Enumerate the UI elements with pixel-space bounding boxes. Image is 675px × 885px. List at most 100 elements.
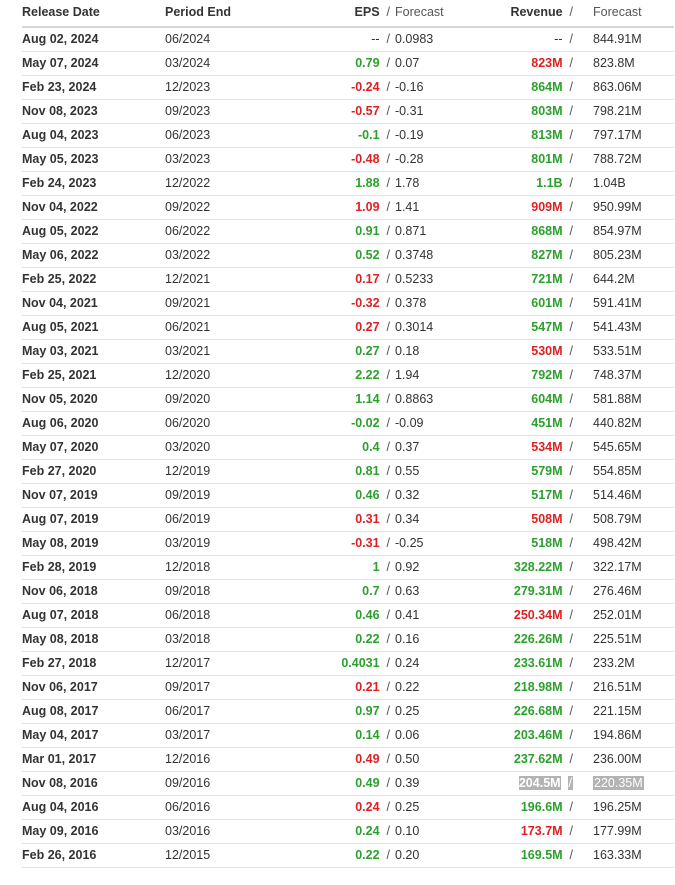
- eps-forecast-cell: 0.18: [395, 340, 419, 363]
- eps-forecast: -0.09: [395, 416, 424, 430]
- eps-forecast-cell: 0.3014: [395, 316, 433, 339]
- revenue-actual-cell: 218.98M /: [514, 676, 573, 699]
- revenue-separator: /: [569, 272, 573, 286]
- revenue-separator: /: [569, 296, 573, 310]
- release-date-cell: Nov 08, 2023: [22, 100, 98, 123]
- eps-separator: /: [386, 344, 390, 358]
- header-eps[interactable]: EPS /: [355, 0, 390, 24]
- table-body: Aug 02, 2024 06/2024 -- / 0.0983 -- / 844.91M…: [22, 28, 674, 868]
- revenue-actual: 173.7M: [520, 824, 563, 838]
- revenue-forecast: 322.17M: [593, 560, 642, 574]
- revenue-forecast-cell: 163.33M: [593, 844, 642, 867]
- period-end-cell: 12/2022: [165, 172, 210, 195]
- release-date-cell: Aug 05, 2021: [22, 316, 98, 339]
- period-end: 03/2019: [165, 536, 211, 550]
- period-end-cell: 09/2021: [165, 292, 210, 315]
- revenue-actual-cell: 237.62M /: [514, 748, 573, 771]
- revenue-forecast: 541.43M: [593, 320, 642, 334]
- revenue-forecast-cell: 823.8M: [593, 52, 635, 75]
- revenue-forecast-cell: 533.51M: [593, 340, 642, 363]
- revenue-forecast-cell: 252.01M: [593, 604, 642, 627]
- release-date: Feb 27, 2018: [22, 656, 97, 670]
- revenue-forecast: 252.01M: [593, 608, 642, 622]
- period-end: 03/2016: [165, 824, 211, 838]
- eps-forecast: 0.37: [395, 440, 420, 454]
- period-end: 06/2024: [165, 32, 211, 46]
- eps-forecast: -0.28: [395, 152, 424, 166]
- period-end: 09/2018: [165, 584, 211, 598]
- period-end-cell: 03/2019: [165, 532, 210, 555]
- header-revenue[interactable]: Revenue /: [510, 0, 573, 24]
- revenue-actual: 328.22M: [513, 560, 563, 574]
- revenue-forecast: 225.51M: [593, 632, 642, 646]
- header-period-end[interactable]: Period End: [165, 0, 231, 24]
- release-date-cell: Feb 26, 2016: [22, 844, 96, 867]
- period-end-cell: 03/2016: [165, 820, 210, 843]
- revenue-actual-cell: 792M /: [531, 364, 573, 387]
- eps-actual: 0.4: [362, 440, 380, 454]
- period-end-cell: 06/2018: [165, 604, 210, 627]
- revenue-separator: /: [569, 848, 573, 862]
- revenue-actual-cell: 173.7M /: [521, 820, 573, 843]
- eps-separator: /: [386, 464, 390, 478]
- revenue-actual-cell: 823M /: [531, 52, 573, 75]
- period-end-cell: 06/2017: [165, 700, 210, 723]
- revenue-actual-cell: 604M /: [531, 388, 573, 411]
- release-date-cell: Feb 23, 2024: [22, 76, 96, 99]
- revenue-actual: 813M: [531, 128, 563, 142]
- header-eps-forecast[interactable]: Forecast: [395, 0, 444, 24]
- eps-actual-cell: 0.46 /: [355, 604, 390, 627]
- table-row: Aug 05, 2022 06/2022 0.91 / 0.871 868M / 854.…: [22, 220, 674, 244]
- release-date: May 08, 2019: [22, 536, 99, 550]
- eps-separator: /: [386, 704, 390, 718]
- eps-actual: 0.46: [355, 488, 380, 502]
- revenue-forecast-cell: 276.46M: [593, 580, 642, 603]
- revenue-actual-cell: 1.1B /: [536, 172, 573, 195]
- eps-separator: /: [386, 824, 390, 838]
- revenue-actual-cell: 517M /: [531, 484, 573, 507]
- period-end-cell: 03/2021: [165, 340, 210, 363]
- release-date: Aug 07, 2018: [22, 608, 99, 622]
- release-date-cell: May 08, 2018: [22, 628, 98, 651]
- revenue-actual-cell: 203.46M /: [514, 724, 573, 747]
- eps-forecast: 0.18: [395, 344, 420, 358]
- revenue-actual-cell: 233.61M /: [514, 652, 573, 675]
- revenue-forecast-cell: 644.2M: [593, 268, 635, 291]
- eps-forecast-cell: 1.41: [395, 196, 419, 219]
- revenue-forecast: 581.88M: [593, 392, 642, 406]
- period-end-cell: 06/2016: [165, 796, 210, 819]
- eps-forecast-cell: 0.16: [395, 628, 419, 651]
- eps-forecast: 0.20: [395, 848, 420, 862]
- table-row: Aug 04, 2016 06/2016 0.24 /0.25 196.6M /196…: [22, 796, 674, 820]
- revenue-actual: --: [554, 32, 563, 46]
- revenue-forecast-cell: 177.99M: [593, 820, 642, 843]
- revenue-forecast: 163.33M: [593, 848, 642, 862]
- eps-actual: -0.57: [351, 104, 380, 118]
- period-end: 03/2023: [165, 152, 211, 166]
- eps-actual: 1: [372, 560, 380, 574]
- eps-forecast: 0.07: [395, 56, 420, 70]
- eps-actual-cell: 0.46 /: [355, 484, 390, 507]
- eps-forecast: 0.39: [395, 776, 420, 790]
- release-date: May 08, 2018: [22, 632, 99, 646]
- eps-actual: -0.02: [351, 416, 380, 430]
- header-release-date[interactable]: Release Date: [22, 0, 100, 24]
- revenue-separator: /: [569, 56, 573, 70]
- eps-forecast: 0.32: [395, 488, 420, 502]
- period-end-cell: 03/2023: [165, 148, 210, 171]
- eps-forecast-cell: -0.16: [395, 76, 424, 99]
- header-revenue-forecast[interactable]: Forecast: [593, 0, 642, 24]
- revenue-forecast-cell: 545.65M: [593, 436, 642, 459]
- eps-separator: /: [386, 536, 390, 550]
- revenue-forecast-cell: 514.46M: [593, 484, 642, 507]
- revenue-separator: /: [569, 752, 573, 766]
- eps-actual: 1.88: [355, 176, 380, 190]
- eps-forecast-cell: 0.34: [395, 508, 419, 531]
- release-date-cell: Feb 28, 2019: [22, 556, 96, 579]
- eps-actual-cell: 0.31 /: [355, 508, 390, 531]
- table-row: Feb 26, 2016 12/2015 0.22 / 0.20 169.5M / 163…: [22, 844, 674, 868]
- revenue-forecast: 798.21M: [593, 104, 642, 118]
- eps-actual: 1.14: [355, 392, 380, 406]
- release-date-cell: May 04, 2017: [22, 724, 98, 747]
- header-eps-label: EPS: [354, 5, 380, 19]
